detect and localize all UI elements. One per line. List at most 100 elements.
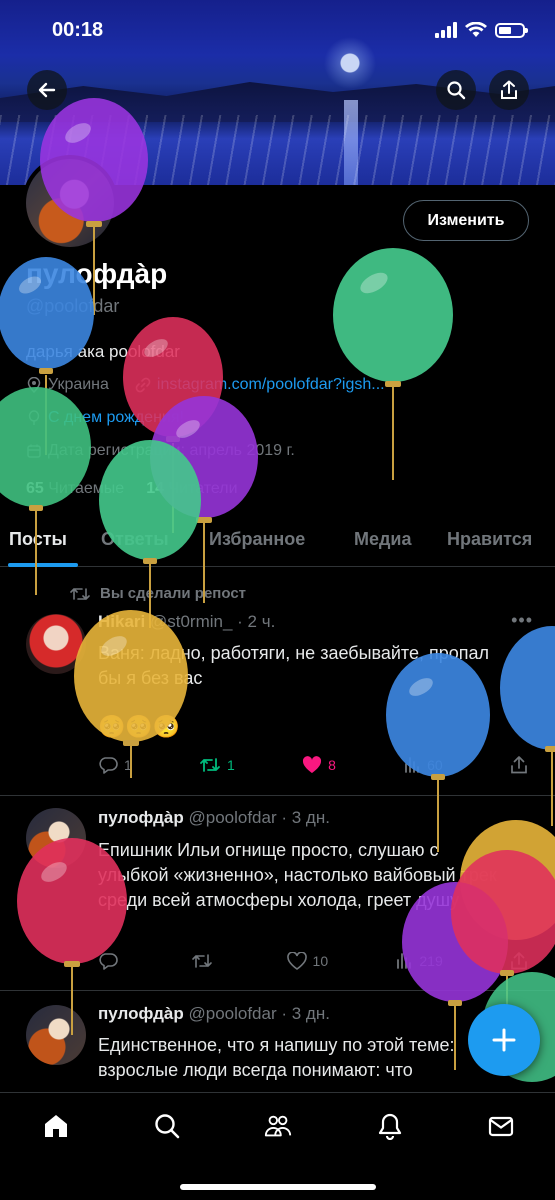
nav-notifications[interactable] <box>375 1111 405 1141</box>
tweet-time: · 3 дн. <box>281 1004 330 1023</box>
followers-stat[interactable]: 14 Читатели <box>146 480 237 498</box>
profile-joined: Дата регистрации: апрель 2019 г. <box>26 442 295 460</box>
like-button[interactable]: 10 <box>286 952 329 970</box>
tweet-avatar[interactable] <box>26 808 86 868</box>
tweet-text: Епишник Ильи огнище просто, слушаю с улы… <box>98 840 497 910</box>
tweet-author-name[interactable]: Hikari <box>98 612 145 631</box>
yellow-balloon <box>74 610 188 778</box>
balloon-icon <box>28 410 40 425</box>
wifi-icon <box>465 22 487 37</box>
back-button[interactable] <box>27 70 67 110</box>
tweet-text: Ваня: ладно, работяги, не заебывайте, пр… <box>98 643 490 688</box>
home-icon <box>45 1115 67 1137</box>
tweet-avatar[interactable] <box>26 1005 86 1065</box>
tab-replies[interactable]: Ответы <box>101 529 169 550</box>
reply-icon <box>99 953 118 970</box>
profile-website[interactable]: instagram.com/poolofdar?igsh... <box>135 376 385 394</box>
repost-button[interactable]: 1 <box>199 756 235 774</box>
profile-bio: дарья ака poolofdar <box>26 342 180 361</box>
edit-profile-button[interactable]: Изменить <box>403 200 529 241</box>
profile-location-text: Украина <box>48 376 109 393</box>
profile-birthday-row: С днем рождения! <box>26 409 184 427</box>
repost-label: Вы сделали репост <box>100 585 247 602</box>
tweet-header: пулофдàр @poolofdar · 3 дн. <box>98 808 330 828</box>
tweet-more-button[interactable]: ••• <box>511 610 533 631</box>
reply-button[interactable] <box>98 952 124 970</box>
profile-tabs: Посты Ответы Избранное Медиа Нравится <box>0 515 555 567</box>
tweet-divider <box>0 795 555 796</box>
profile-display-name: пулофдàр <box>26 258 168 289</box>
compose-post-button[interactable] <box>468 1004 540 1076</box>
profile-meta-row: Украина instagram.com/poolofdar?igsh... <box>26 376 385 394</box>
share-icon <box>511 952 527 970</box>
home-indicator <box>180 1184 376 1190</box>
status-icons <box>435 22 528 38</box>
share-tweet-button[interactable] <box>510 952 528 970</box>
tab-media[interactable]: Медиа <box>354 529 412 550</box>
profile-birthday: С днем рождения! <box>26 409 184 427</box>
back-arrow-icon <box>38 82 56 98</box>
tab-likes[interactable]: Нравится <box>447 529 532 550</box>
tab-posts[interactable]: Посты <box>9 529 67 550</box>
tweet-avatar[interactable] <box>26 614 86 674</box>
views-chart-icon <box>397 953 412 969</box>
follow-stats: 65 Читаемые 14 Читатели <box>26 480 238 498</box>
tweet-text: Единственное, что я напишу по этой теме:… <box>98 1035 455 1080</box>
following-label: Читаемые <box>48 480 125 497</box>
repost-icon <box>70 587 90 600</box>
tweet-author-name[interactable]: пулофдàр <box>98 1004 184 1023</box>
like-count: 10 <box>312 953 329 969</box>
tab-highlights[interactable]: Избранное <box>209 529 305 550</box>
like-count: 8 <box>328 757 336 773</box>
link-icon <box>135 377 151 393</box>
tweet-author-handle: @poolofdar <box>188 1004 277 1023</box>
repost-indicator: Вы сделали репост <box>70 585 246 602</box>
profile-birthday-text[interactable]: С днем рождения! <box>48 409 184 427</box>
nav-communities[interactable] <box>263 1111 293 1141</box>
nav-search[interactable] <box>152 1111 182 1141</box>
followers-label: Читатели <box>168 480 238 497</box>
share-button[interactable] <box>489 70 529 110</box>
battery-icon <box>495 22 528 38</box>
views-chart-icon <box>405 757 420 773</box>
calendar-icon <box>27 444 41 458</box>
tweet-actions: 1 1 8 60 <box>98 756 528 774</box>
nav-messages[interactable] <box>486 1111 516 1141</box>
nav-home[interactable] <box>41 1111 71 1141</box>
repost-button[interactable] <box>191 952 219 970</box>
tweet-emoji: 🥺🥺🥺 <box>98 714 181 739</box>
share-icon <box>511 756 527 774</box>
tweet-divider <box>0 990 555 991</box>
profile-website-link[interactable]: instagram.com/poolofdar?igsh... <box>157 376 385 394</box>
blue-balloon <box>500 626 555 826</box>
tweet-header: Hikari @st0rmin_ · 2 ч. <box>98 612 275 632</box>
profile-joined-row: Дата регистрации: апрель 2019 г. <box>26 442 295 460</box>
like-button[interactable]: 8 <box>302 756 336 774</box>
profile-joined-text: Дата регистрации: апрель 2019 г. <box>48 442 295 459</box>
tweet-actions: 10 219 <box>98 952 528 970</box>
bell-icon <box>378 1113 402 1140</box>
tweet-time: · 3 дн. <box>281 808 330 827</box>
share-icon <box>501 80 517 99</box>
tweet-author-name[interactable]: пулофдàр <box>98 808 184 827</box>
views-button[interactable]: 219 <box>395 952 443 970</box>
reply-icon <box>99 757 118 774</box>
tweet-time: · 2 ч. <box>237 612 276 631</box>
mail-icon <box>488 1116 514 1137</box>
reply-button[interactable]: 1 <box>98 756 132 774</box>
tweet-author-handle: @poolofdar <box>188 808 277 827</box>
tweet-header: пулофдàр @poolofdar · 3 дн. <box>98 1004 330 1024</box>
share-tweet-button[interactable] <box>510 756 528 774</box>
following-stat[interactable]: 65 Читаемые <box>26 480 124 498</box>
search-button[interactable] <box>436 70 476 110</box>
followers-count: 14 <box>146 480 164 497</box>
tweet-author-handle: @st0rmin_ <box>149 612 233 631</box>
profile-avatar[interactable] <box>22 155 118 251</box>
communities-icon <box>264 1115 292 1137</box>
cellular-signal-icon <box>435 22 457 38</box>
reply-count: 1 <box>124 757 132 773</box>
views-button[interactable]: 60 <box>403 756 443 774</box>
repost-count: 1 <box>227 757 235 773</box>
location-pin-icon <box>27 377 41 393</box>
heart-filled-icon <box>303 756 322 773</box>
